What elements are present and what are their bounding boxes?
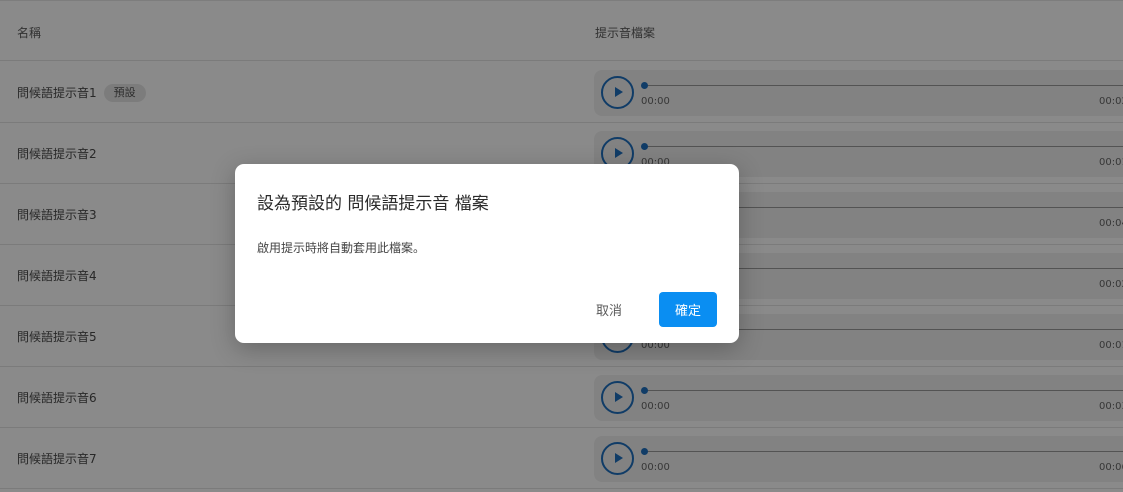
dialog-message: 啟用提示時將自動套用此檔案。	[257, 241, 426, 255]
confirm-dialog: 設為預設的 問候語提示音 檔案 啟用提示時將自動套用此檔案。 取消 確定	[235, 164, 739, 343]
greeting-sound-page: 名稱 提示音檔案 問候語提示音1預設00:0000:02問候語提示音200:00…	[0, 0, 1123, 492]
dialog-title: 設為預設的 問候語提示音 檔案	[257, 194, 489, 214]
cancel-button[interactable]: 取消	[584, 292, 634, 327]
confirm-button[interactable]: 確定	[659, 292, 717, 327]
